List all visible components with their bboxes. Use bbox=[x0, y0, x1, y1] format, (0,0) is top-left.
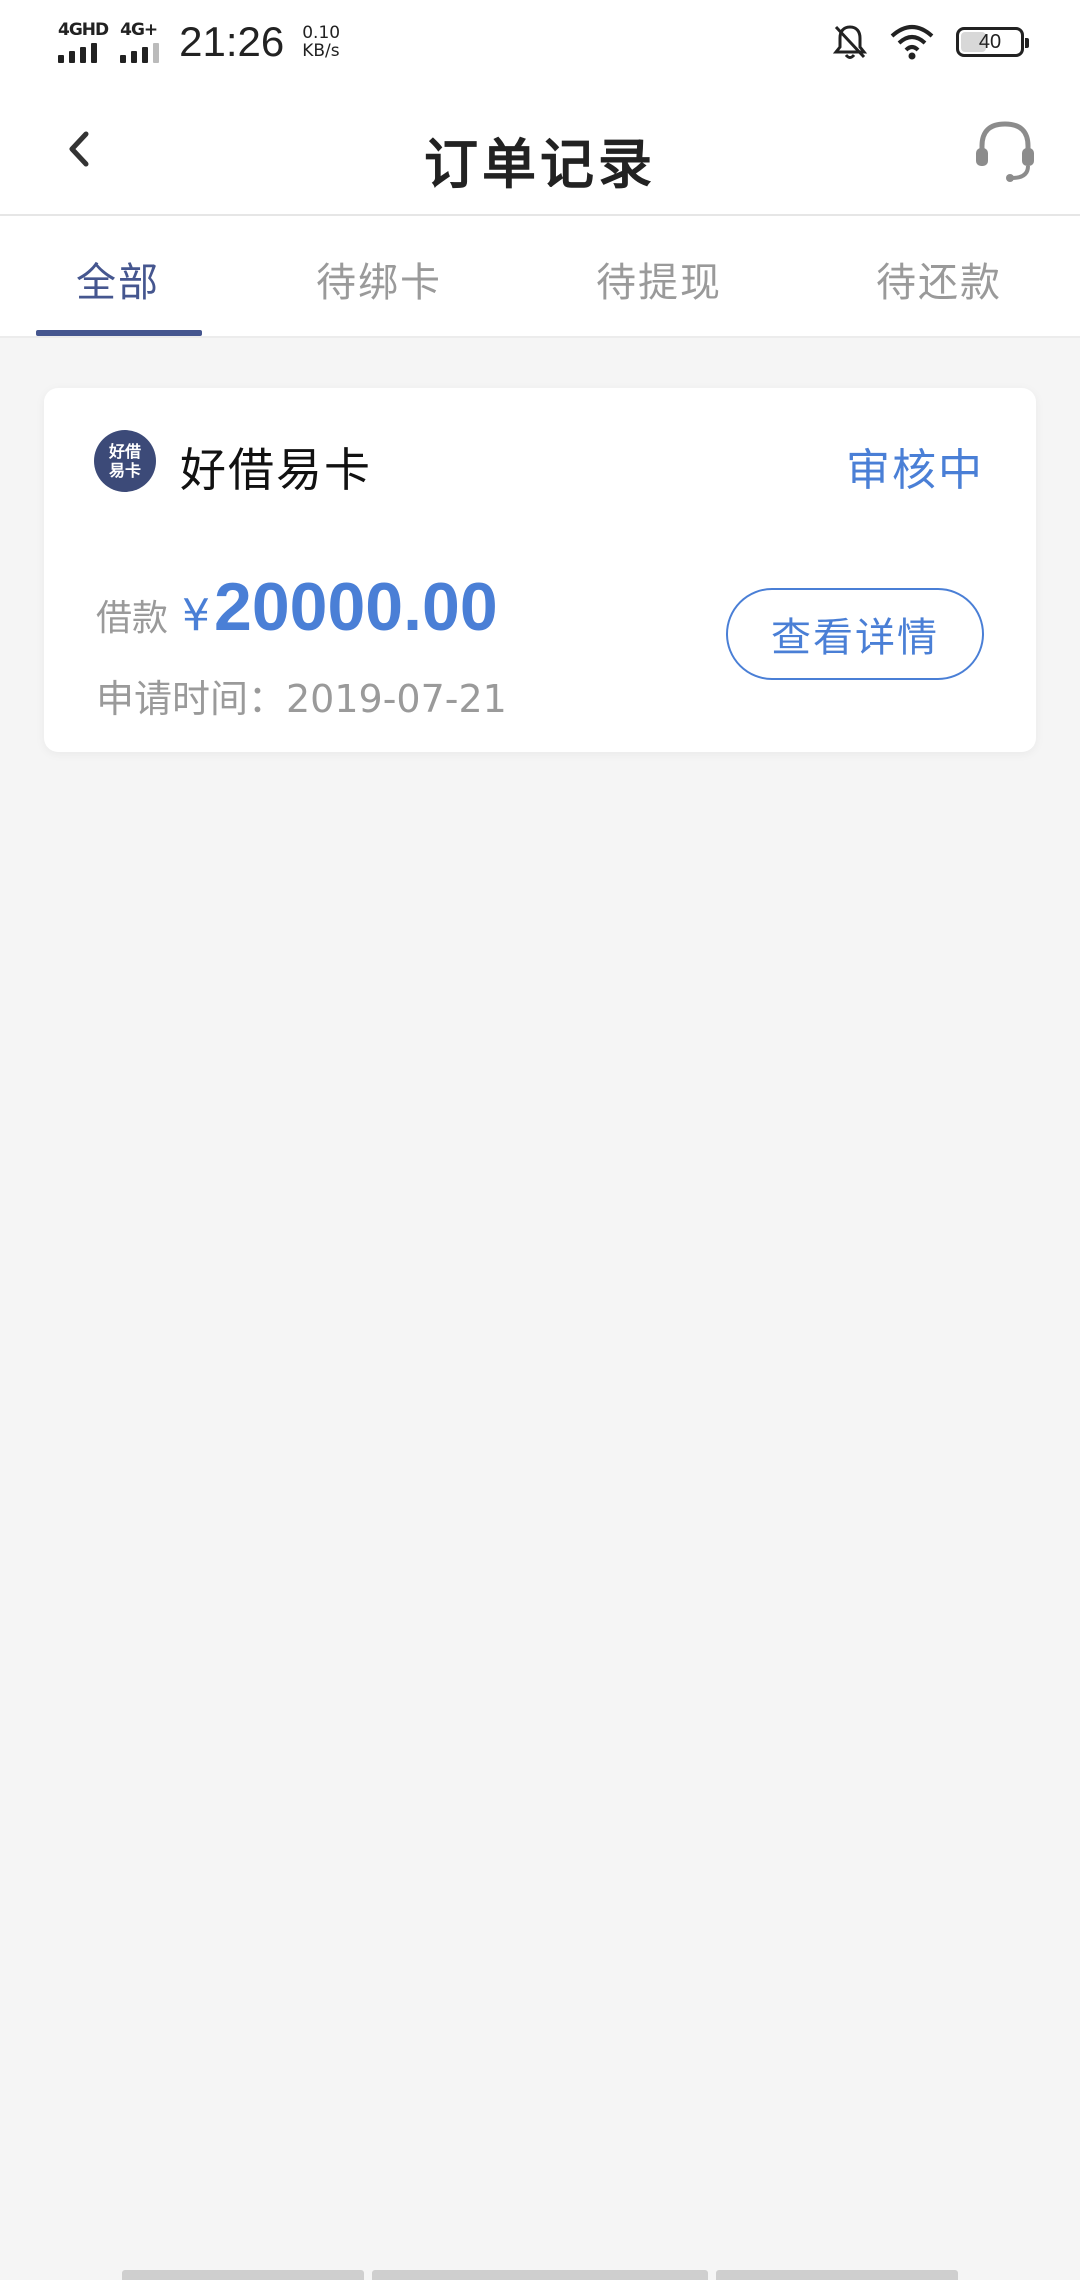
logo-text-line-1: 好借 bbox=[108, 442, 141, 461]
logo-text-line-2: 易卡 bbox=[108, 461, 141, 480]
status-bar-left: 4GHD 4G+ 21:26 0.10 KB/s bbox=[58, 18, 340, 66]
tab-pending-repay[interactable]: 待还款 bbox=[876, 250, 1002, 308]
loan-amount: 20000.00 bbox=[214, 569, 498, 645]
tab-active-indicator bbox=[36, 330, 202, 336]
apply-time: 申请时间：2019-07-21 bbox=[96, 677, 507, 721]
status-bar-right: 40 bbox=[832, 23, 1029, 61]
nav-gesture-hint-left bbox=[122, 2270, 364, 2280]
headset-icon[interactable] bbox=[970, 116, 1040, 186]
amount-label: 借款 bbox=[96, 598, 169, 639]
order-card[interactable]: 好借 易卡 好借易卡 审核中 借款 ¥ 20000.00 申请时间：2019-0… bbox=[44, 388, 1036, 752]
order-tabs: 全部 待绑卡 待提现 待还款 bbox=[0, 216, 1080, 338]
clock: 21:26 bbox=[179, 18, 285, 65]
tab-pending-withdraw[interactable]: 待提现 bbox=[596, 250, 722, 308]
signal-1-icon: 4GHD bbox=[58, 20, 109, 63]
tab-all[interactable]: 全部 bbox=[76, 250, 160, 308]
signal-2-icon: 4G+ bbox=[120, 20, 160, 63]
currency-symbol: ¥ bbox=[182, 590, 211, 641]
loan-amount-row: 借款 ¥ 20000.00 bbox=[96, 568, 498, 646]
merchant-name: 好借易卡 bbox=[180, 443, 372, 497]
view-details-button[interactable]: 查看详情 bbox=[726, 588, 984, 680]
status-bar: 4GHD 4G+ 21:26 0.10 KB/s 40 bbox=[0, 0, 1080, 84]
network-speed-unit: KB/s bbox=[302, 41, 340, 61]
network-speed-value: 0.10 bbox=[302, 23, 341, 43]
wifi-icon bbox=[890, 25, 934, 60]
network-speed: 0.10 KB/s bbox=[302, 24, 340, 60]
network-type-1: 4GHD bbox=[58, 20, 109, 40]
page-title: 订单记录 bbox=[424, 133, 656, 196]
nav-gesture-hint-center bbox=[372, 2270, 708, 2280]
status-badge: 审核中 bbox=[846, 445, 984, 496]
merchant-logo: 好借 易卡 bbox=[94, 430, 156, 492]
header-bar: 订单记录 bbox=[0, 84, 1080, 216]
nav-gesture-hint-right bbox=[716, 2270, 958, 2280]
battery-icon: 40 bbox=[956, 27, 1029, 57]
battery-level: 40 bbox=[978, 30, 1002, 53]
network-type-2: 4G+ bbox=[120, 20, 158, 40]
tab-pending-bind-card[interactable]: 待绑卡 bbox=[316, 250, 442, 308]
bell-off-icon bbox=[832, 25, 868, 59]
